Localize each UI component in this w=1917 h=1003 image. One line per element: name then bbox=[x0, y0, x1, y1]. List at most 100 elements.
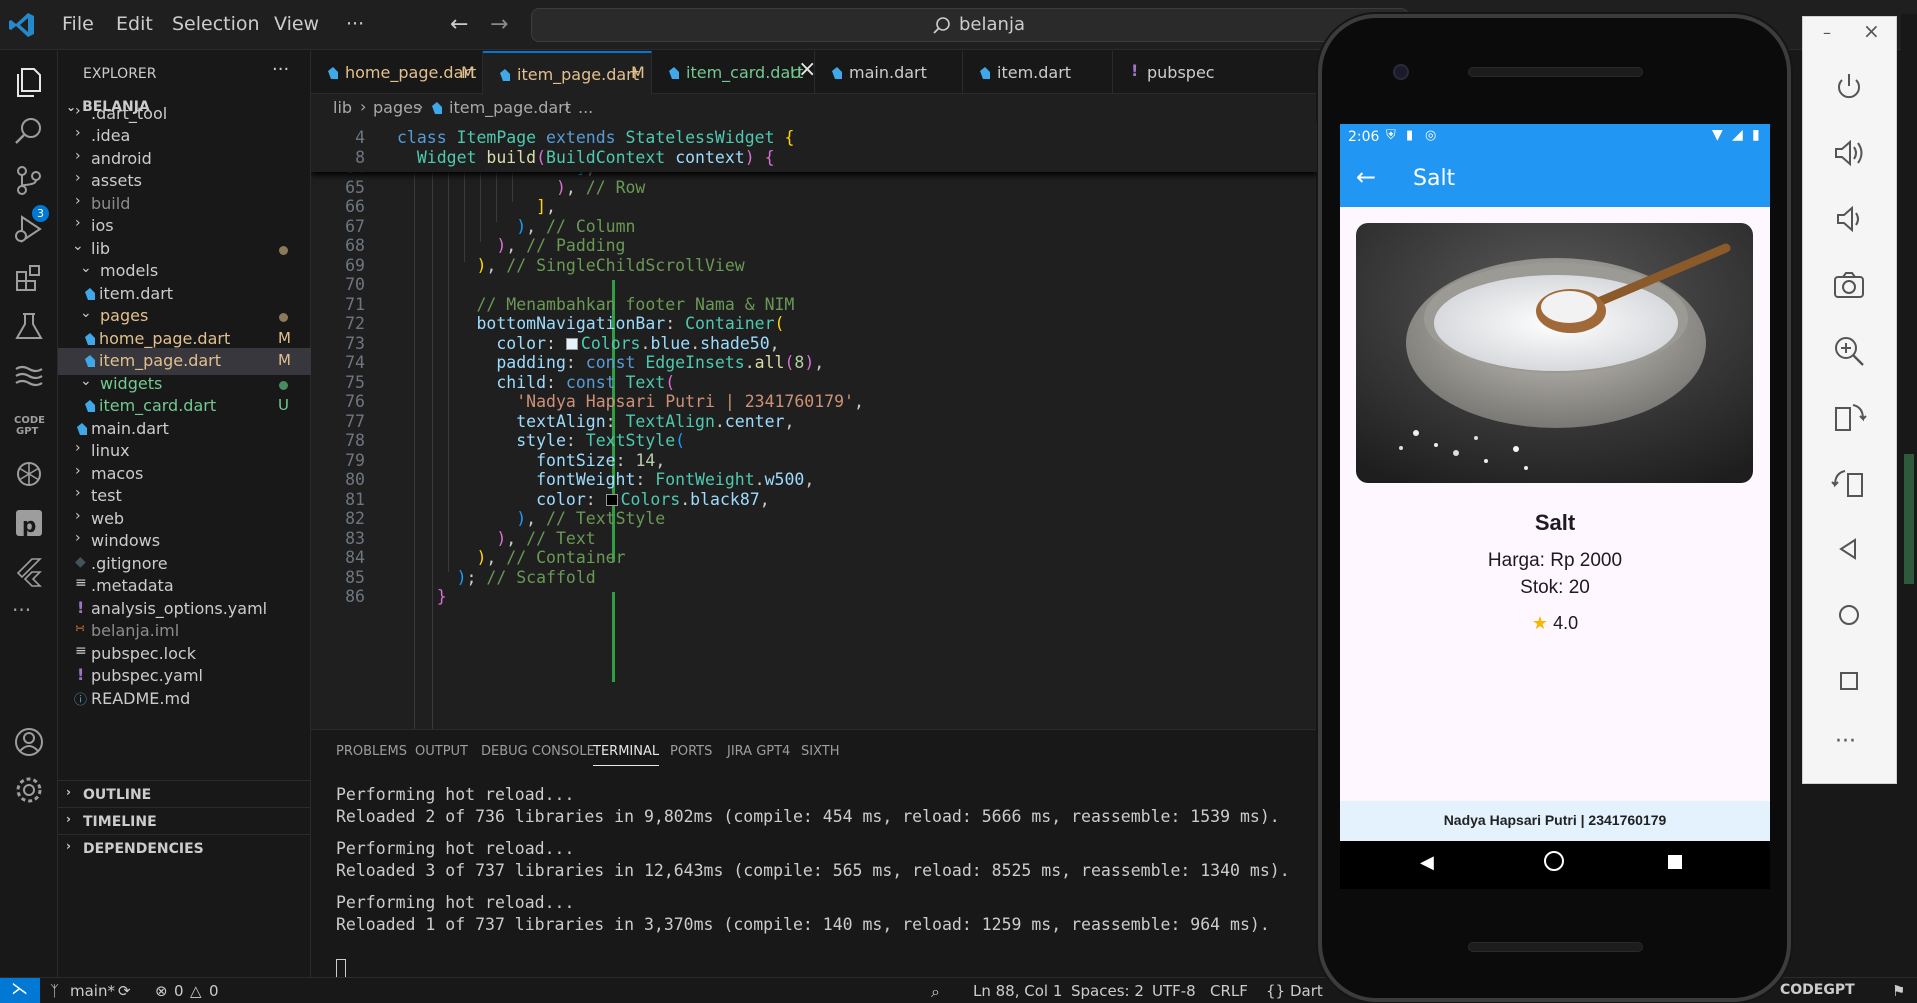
forward-arrow-icon[interactable]: → bbox=[490, 12, 508, 37]
run-debug-icon[interactable] bbox=[12, 212, 46, 246]
layers-icon[interactable] bbox=[12, 359, 46, 393]
braces-icon: {} bbox=[1266, 982, 1286, 1000]
back-triangle-icon[interactable] bbox=[1831, 531, 1867, 567]
explorer-more-button[interactable]: ··· bbox=[272, 59, 289, 80]
language-mode[interactable]: Dart bbox=[1290, 982, 1323, 1000]
testing-flask-icon[interactable] bbox=[12, 310, 46, 344]
indentation[interactable]: Spaces: 2 bbox=[1071, 982, 1144, 1000]
app-bar: ← Salt bbox=[1340, 151, 1770, 207]
menu-edit[interactable]: Edit bbox=[116, 13, 153, 35]
tab-home-page-dart[interactable]: home_page.dart M bbox=[311, 51, 483, 94]
power-icon[interactable] bbox=[1831, 69, 1867, 105]
panel-tab-sixth[interactable]: SIXTH bbox=[801, 744, 839, 759]
menu-selection[interactable]: Selection bbox=[172, 13, 260, 35]
code-line: ), // Container bbox=[476, 548, 626, 567]
panel-tab-problems[interactable]: PROBLEMS bbox=[336, 744, 407, 759]
tab-item-dart[interactable]: item.dart bbox=[963, 51, 1113, 94]
flutter-icon[interactable] bbox=[12, 555, 46, 589]
git-branch[interactable]: main* bbox=[70, 982, 115, 1000]
warning-icon: △ bbox=[190, 982, 202, 1000]
bell-icon[interactable]: ⚑ bbox=[1892, 982, 1905, 1000]
tab-pubspec[interactable]: ! pubspec bbox=[1113, 51, 1317, 94]
svg-text:GPT: GPT bbox=[16, 426, 39, 437]
camera-icon[interactable] bbox=[1831, 267, 1867, 303]
panel-tab-debug-console[interactable]: DEBUG CONSOLE bbox=[481, 744, 595, 759]
explorer-sidebar: EXPLORER ··· ⌄ BELANJA › .dart_tool › .idea… bbox=[58, 51, 311, 977]
warning-count[interactable]: 0 bbox=[209, 982, 219, 1000]
dart-file-icon bbox=[500, 69, 510, 81]
rotate-right-icon[interactable] bbox=[1831, 465, 1867, 501]
source-control-icon[interactable] bbox=[12, 163, 46, 197]
error-count[interactable]: 0 bbox=[174, 982, 184, 1000]
product-name: Salt bbox=[1534, 510, 1576, 535]
close-icon[interactable]: × bbox=[1863, 19, 1880, 43]
panel-tab-ports[interactable]: PORTS bbox=[670, 744, 712, 759]
panel-tab-terminal[interactable]: TERMINAL bbox=[593, 744, 660, 766]
codegpt-status[interactable]: CODEGPT bbox=[1780, 982, 1855, 998]
terminal-line: Performing hot reload... bbox=[336, 893, 575, 912]
yaml-file-icon: ! bbox=[77, 665, 85, 684]
zoom-icon[interactable]: ⌕ bbox=[931, 982, 940, 1002]
command-center-search[interactable]: belanja bbox=[531, 8, 1409, 42]
cursor-position[interactable]: Ln 88, Col 1 bbox=[973, 982, 1062, 1000]
rotate-left-icon[interactable] bbox=[1831, 399, 1867, 435]
emulator-scrollbar[interactable] bbox=[1901, 14, 1917, 977]
panel-tab-jira-gpt4[interactable]: JIRA GPT4 bbox=[727, 744, 790, 759]
end-of-line[interactable]: CRLF bbox=[1210, 982, 1248, 1000]
menu-file[interactable]: File bbox=[62, 13, 94, 35]
outline-section[interactable]: › OUTLINE bbox=[58, 780, 311, 807]
codegpt-icon[interactable]: CODEGPT bbox=[12, 408, 46, 442]
tree-item-label: macos bbox=[91, 464, 144, 483]
volume-up-icon[interactable] bbox=[1831, 135, 1867, 171]
settings-gear-icon[interactable] bbox=[12, 773, 46, 807]
menu-more[interactable]: ··· bbox=[346, 13, 364, 35]
back-arrow-icon[interactable]: ← bbox=[450, 12, 468, 37]
search-icon[interactable] bbox=[12, 114, 46, 148]
home-circle-icon[interactable] bbox=[1831, 597, 1867, 633]
tab-main-dart[interactable]: main.dart bbox=[815, 51, 963, 94]
nav-home-icon[interactable] bbox=[1544, 851, 1564, 871]
extensions-icon[interactable] bbox=[12, 261, 46, 295]
menu-view[interactable]: View bbox=[274, 13, 319, 35]
encoding[interactable]: UTF-8 bbox=[1152, 982, 1196, 1000]
sync-icon[interactable]: ⟳ bbox=[118, 982, 131, 1000]
p-extension-icon[interactable]: p bbox=[12, 506, 46, 540]
dependencies-section[interactable]: › DEPENDENCIES bbox=[58, 834, 311, 861]
more-views-icon[interactable]: ··· bbox=[12, 598, 46, 632]
line-number: 86 bbox=[345, 587, 365, 606]
panel-tab-output[interactable]: OUTPUT bbox=[415, 744, 468, 759]
line-number: 73 bbox=[345, 334, 365, 353]
overview-square-icon[interactable] bbox=[1831, 663, 1867, 699]
tab-item-card-dart[interactable]: item_card.dart U bbox=[652, 51, 815, 94]
tree-item-readme[interactable]: ⓘ README.md bbox=[58, 686, 311, 713]
tree-item-label: .metadata bbox=[91, 576, 174, 595]
more-options-icon[interactable]: ··· bbox=[1835, 729, 1856, 754]
product-stock: Stok: 20 bbox=[1520, 577, 1590, 598]
git-status: M bbox=[278, 351, 291, 369]
nav-recents-icon[interactable] bbox=[1668, 855, 1682, 869]
tree-item-label: web bbox=[91, 509, 125, 528]
nav-back-icon[interactable]: ◀ bbox=[1420, 852, 1434, 873]
minimize-icon[interactable]: – bbox=[1823, 23, 1831, 42]
account-icon[interactable] bbox=[12, 725, 46, 759]
volume-down-icon[interactable] bbox=[1831, 201, 1867, 237]
back-arrow-icon[interactable]: ← bbox=[1356, 163, 1376, 191]
terminal-cursor[interactable] bbox=[336, 959, 346, 979]
untracked-dot bbox=[279, 381, 288, 390]
breadcrumb-pages[interactable]: pages bbox=[373, 98, 421, 117]
code-editor[interactable]: 4 class ItemPage extends StatelessWidget… bbox=[311, 122, 1317, 729]
tab-item-page-dart[interactable]: item_page.dartM× bbox=[483, 51, 652, 94]
explorer-icon[interactable] bbox=[12, 65, 46, 99]
code-line: color: Colors.blue.shade50, bbox=[496, 334, 780, 353]
code-line: ), // SingleChildScrollView bbox=[476, 256, 745, 275]
phone-screen: 2:06 ⛨ ▮ ◎ ▼ ◢ ▮ ← Salt Salt Harga: Rp 2… bbox=[1340, 124, 1770, 841]
chatgpt-icon[interactable] bbox=[12, 457, 46, 491]
zoom-in-icon[interactable] bbox=[1831, 333, 1867, 369]
breadcrumb-symbol[interactable]: ... bbox=[578, 98, 593, 117]
timeline-section[interactable]: › TIMELINE bbox=[58, 807, 311, 834]
breadcrumb-lib[interactable]: lib bbox=[333, 98, 352, 117]
breadcrumb-file[interactable]: item_page.dart bbox=[449, 98, 571, 117]
remote-indicator[interactable]: ⋋ bbox=[0, 978, 40, 1003]
sticky-scroll-header: 4 class ItemPage extends StatelessWidget… bbox=[311, 122, 1317, 172]
earpiece-speaker bbox=[1468, 67, 1643, 77]
